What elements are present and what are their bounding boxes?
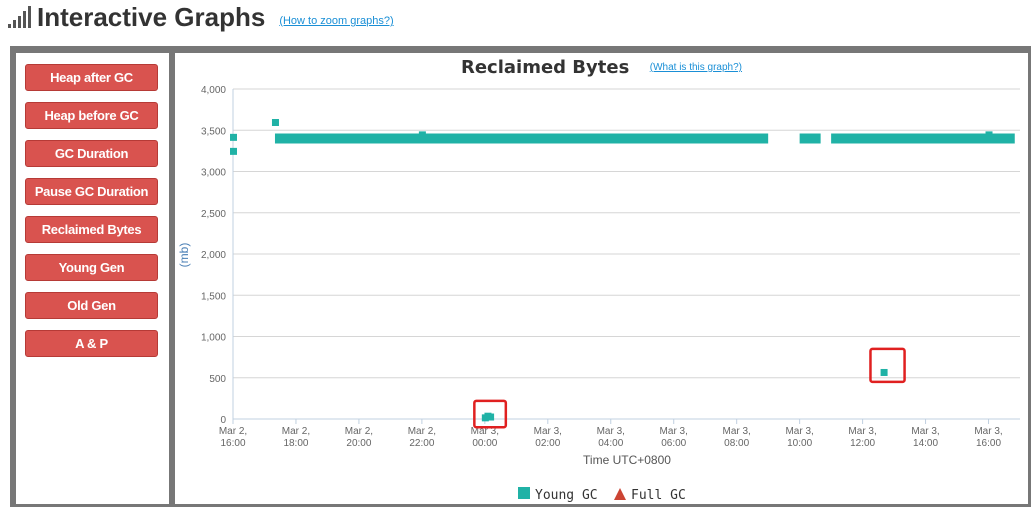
young-gc-point <box>487 413 495 421</box>
x-tick-label: 02:00 <box>535 438 560 449</box>
legend-young-gc-label[interactable]: Young GC <box>535 488 598 503</box>
x-tick-label: Mar 2, <box>219 426 247 437</box>
x-tick-label: Mar 3, <box>660 426 688 437</box>
y-axis-ticks: 0 500 1,000 1,500 2,000 2,500 3,000 3,500 4,000 <box>201 85 226 426</box>
young-gc-point <box>985 131 993 139</box>
heap-after-gc-button[interactable]: Heap after GC <box>25 64 158 91</box>
x-tick-label: 14:00 <box>913 438 938 449</box>
x-tick-label: Mar 3, <box>974 426 1002 437</box>
x-tick-label: 22:00 <box>409 438 434 449</box>
young-gc-point <box>418 131 426 139</box>
x-tick-label: 16:00 <box>220 438 245 449</box>
y-tick-label: 500 <box>209 374 226 385</box>
x-tick-label: 16:00 <box>976 438 1001 449</box>
young-gc-band <box>274 133 769 144</box>
y-tick-label: 3,000 <box>201 168 226 179</box>
old-gen-button[interactable]: Old Gen <box>25 292 158 319</box>
x-tick-label: Mar 2, <box>282 426 310 437</box>
x-tick-label: Mar 3, <box>597 426 625 437</box>
young-gc-band <box>799 133 821 144</box>
legend-young-gc-swatch[interactable] <box>518 487 530 499</box>
legend-full-gc-label[interactable]: Full GC <box>631 488 686 503</box>
highlight-layer <box>473 347 906 429</box>
chart-legend: Young GC Full GC <box>518 487 686 503</box>
data-layer <box>230 119 1015 422</box>
x-tick-label: Mar 3, <box>534 426 562 437</box>
pause-gc-duration-button[interactable]: Pause GC Duration <box>25 178 158 205</box>
y-tick-label: 1,500 <box>201 291 226 302</box>
y-tick-label: 3,500 <box>201 126 226 137</box>
gc-duration-button[interactable]: GC Duration <box>25 140 158 167</box>
highlight-box <box>869 347 906 384</box>
x-tick-label: Mar 3, <box>911 426 939 437</box>
young-gc-point <box>230 133 237 141</box>
legend-full-gc-swatch[interactable] <box>614 488 626 500</box>
page-title: Interactive Graphs <box>37 1 266 32</box>
x-tick-label: Mar 2, <box>408 426 436 437</box>
x-tick-label: Mar 3, <box>723 426 751 437</box>
x-tick-label: 20:00 <box>346 438 371 449</box>
a-and-p-button[interactable]: A & P <box>25 330 158 357</box>
signal-bars-icon <box>8 6 31 28</box>
y-tick-label: 2,000 <box>201 250 226 261</box>
heap-before-gc-button[interactable]: Heap before GC <box>25 102 158 129</box>
x-tick-label: Mar 2, <box>345 426 373 437</box>
young-gen-button[interactable]: Young Gen <box>25 254 158 281</box>
x-tick-label: 18:00 <box>283 438 308 449</box>
x-tick-label: Mar 3, <box>785 426 813 437</box>
reclaimed-bytes-chart[interactable]: 05001,0001,5002,0002,5003,0003,5004,000 … <box>175 53 1028 504</box>
young-gc-point <box>230 147 237 155</box>
x-axis-ticks: Mar 2,16:00Mar 2,18:00Mar 2,20:00Mar 2,2… <box>219 426 1003 449</box>
x-tick-label: 12:00 <box>850 438 875 449</box>
x-tick-label: 06:00 <box>661 438 686 449</box>
chart-panel: Reclaimed Bytes (What is this graph?) 05… <box>175 53 1028 504</box>
x-tick-label: Mar 3, <box>848 426 876 437</box>
x-axis-label: Time UTC+0800 <box>583 453 671 467</box>
y-tick-label: 0 <box>220 415 226 426</box>
y-tick-label: 1,000 <box>201 333 226 344</box>
x-tick-label: 04:00 <box>598 438 623 449</box>
x-tick-label: 00:00 <box>472 438 497 449</box>
young-gc-point <box>880 368 888 376</box>
x-tick-label: 08:00 <box>724 438 749 449</box>
y-axis-label: (mb) <box>177 243 191 268</box>
y-tick-label: 4,000 <box>201 85 226 96</box>
graph-sidebar: Heap after GC Heap before GC GC Duration… <box>16 53 169 504</box>
young-gc-point <box>271 119 279 126</box>
page-header: Interactive Graphs (How to zoom graphs?) <box>8 0 394 34</box>
reclaimed-bytes-button[interactable]: Reclaimed Bytes <box>25 216 158 243</box>
zoom-help-link[interactable]: (How to zoom graphs?) <box>279 15 393 27</box>
y-tick-label: 2,500 <box>201 209 226 220</box>
x-tick-label: 10:00 <box>787 438 812 449</box>
